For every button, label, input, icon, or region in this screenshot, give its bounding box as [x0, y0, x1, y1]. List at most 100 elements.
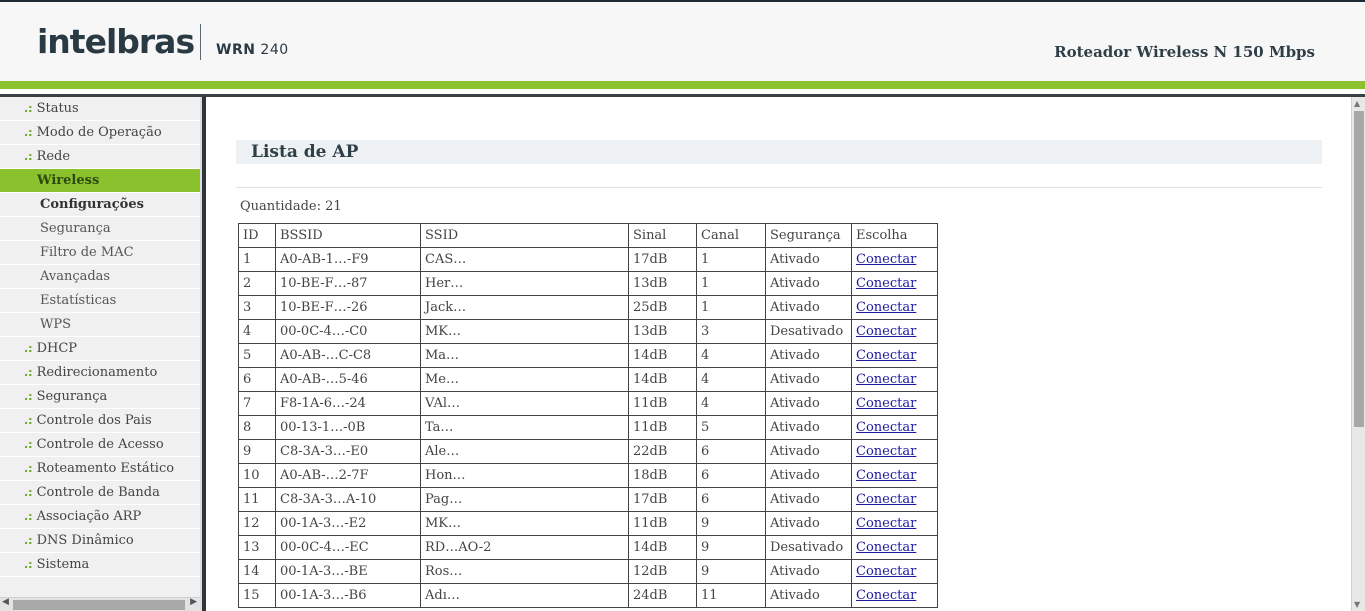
sidebar-item-wireless[interactable]: Wireless [0, 169, 200, 193]
table-row: 12 00-1A-3…-E2 MK… 11dB 9 Ativado Conectar [238, 511, 938, 536]
connect-link[interactable]: Conectar [856, 540, 916, 555]
sidebar-item-avancadas[interactable]: Avançadas [0, 265, 200, 289]
connect-link[interactable]: Conectar [856, 348, 916, 363]
menu-bullet-icon: .: [24, 534, 33, 547]
connect-link[interactable]: Conectar [856, 492, 916, 507]
cell-bssid: A0-AB-…2-7F [275, 463, 421, 488]
table-row: 14 00-1A-3…-BE Ros… 12dB 9 Ativado Conectar [238, 559, 938, 584]
sidebar-item-label: Controle de Banda [36, 485, 160, 500]
connect-link[interactable]: Conectar [856, 396, 916, 411]
sidebar-item-filtro-de-mac[interactable]: Filtro de MAC [0, 241, 200, 265]
table-row: 9 C8-3A-3…-E0 Ale… 22dB 6 Ativado Conectar [238, 439, 938, 464]
connect-link[interactable]: Conectar [856, 468, 916, 483]
cell-bssid: 00-1A-3…-E2 [275, 511, 421, 536]
sidebar-item-controle-de-acesso[interactable]: .: Controle de Acesso [0, 433, 200, 457]
cell-canal: 9 [696, 511, 766, 536]
cell-bssid: 00-0C-4…-C0 [275, 319, 421, 344]
scroll-up-icon[interactable]: ▲ [1354, 99, 1360, 108]
sidebar-item-estatisticas[interactable]: Estatísticas [0, 289, 200, 313]
sidebar-item-label: DNS Dinâmico [36, 533, 134, 548]
column-header-escolha: Escolha [851, 223, 938, 248]
scroll-down-icon[interactable]: ▼ [1354, 600, 1360, 609]
product-title: Roteador Wireless N 150 Mbps [1054, 43, 1315, 61]
cell-canal: 4 [696, 343, 766, 368]
menu-bullet-icon: .: [24, 342, 33, 355]
cell-sinal: 13dB [628, 319, 697, 344]
cell-seguranca: Ativado [765, 511, 852, 536]
sidebar-item-roteamento-estatico[interactable]: .: Roteamento Estático [0, 457, 200, 481]
sidebar-item-dhcp[interactable]: .: DHCP [0, 337, 200, 361]
cell-ssid: Her… [420, 271, 629, 296]
cell-escolha: Conectar [851, 367, 938, 392]
sidebar-item-wps[interactable]: WPS [0, 313, 200, 337]
connect-link[interactable]: Conectar [856, 276, 916, 291]
sidebar-item-associacao-arp[interactable]: .: Associação ARP [0, 505, 200, 529]
cell-bssid: 10-BE-F…-87 [275, 271, 421, 296]
sidebar-item-controle-dos-pais[interactable]: .: Controle dos Pais [0, 409, 200, 433]
cell-escolha: Conectar [851, 247, 938, 272]
cell-id: 14 [238, 559, 276, 584]
header: intelbras WRN 240 Roteador Wireless N 15… [0, 0, 1365, 81]
cell-seguranca: Ativado [765, 415, 852, 440]
connect-link[interactable]: Conectar [856, 252, 916, 267]
cell-bssid: 00-0C-4…-EC [275, 535, 421, 560]
sidebar-item-dns-dinamico[interactable]: .: DNS Dinâmico [0, 529, 200, 553]
table-row: 7 F8-1A-6…-24 VAl… 11dB 4 Ativado Conectar [238, 391, 938, 416]
sidebar-item-redirecionamento[interactable]: .: Redirecionamento [0, 361, 200, 385]
cell-sinal: 11dB [628, 415, 697, 440]
connect-link[interactable]: Conectar [856, 372, 916, 387]
connect-link[interactable]: Conectar [856, 444, 916, 459]
cell-bssid: 00-1A-3…-B6 [275, 583, 421, 608]
sidebar-item-controle-de-banda[interactable]: .: Controle de Banda [0, 481, 200, 505]
connect-link[interactable]: Conectar [856, 516, 916, 531]
cell-id: 2 [238, 271, 276, 296]
scroll-right-icon[interactable]: ▶ [190, 597, 197, 607]
cell-canal: 6 [696, 487, 766, 512]
vertical-scrollbar[interactable]: ▲ ▼ [1351, 97, 1365, 611]
cell-canal: 3 [696, 319, 766, 344]
sidebar-item-label: Redirecionamento [36, 365, 158, 380]
sidebar-item-status[interactable]: .: Status [0, 97, 200, 121]
connect-link[interactable]: Conectar [856, 324, 916, 339]
connect-link[interactable]: Conectar [856, 300, 916, 315]
sidebar-item-sistema[interactable]: .: Sistema [0, 553, 200, 577]
cell-id: 10 [238, 463, 276, 488]
cell-sinal: 11dB [628, 391, 697, 416]
cell-sinal: 18dB [628, 463, 697, 488]
sidebar-item-configuracoes[interactable]: Configurações [0, 193, 200, 217]
sidebar-item-seguranca[interactable]: Segurança [0, 217, 200, 241]
connect-link[interactable]: Conectar [856, 420, 916, 435]
cell-id: 12 [238, 511, 276, 536]
menu-bullet-icon: .: [24, 414, 33, 427]
cell-ssid: Ta… [420, 415, 629, 440]
sidebar-item-rede[interactable]: .: Rede [0, 145, 200, 169]
cell-seguranca: Ativado [765, 343, 852, 368]
cell-bssid: C8-3A-3…A-10 [275, 487, 421, 512]
table-row: 5 A0-AB-…C-C8 Ma… 14dB 4 Ativado Conectar [238, 343, 938, 368]
cell-seguranca: Ativado [765, 583, 852, 608]
sidebar-item-seguranca[interactable]: .: Segurança [0, 385, 200, 409]
connect-link[interactable]: Conectar [856, 588, 916, 603]
sidebar-menu: .: Status.: Modo de Operação.: Rede Wireless… [0, 97, 200, 577]
cell-escolha: Conectar [851, 511, 938, 536]
sidebar-scroll-thumb[interactable] [13, 600, 185, 610]
vertical-scroll-thumb[interactable] [1354, 111, 1364, 427]
cell-ssid: Hon… [420, 463, 629, 488]
cell-escolha: Conectar [851, 583, 938, 608]
scroll-left-icon[interactable]: ◀ [2, 597, 9, 607]
cell-id: 3 [238, 295, 276, 320]
column-header-ssid: SSID [420, 223, 629, 248]
cell-seguranca: Ativado [765, 463, 852, 488]
cell-ssid: Adı… [420, 583, 629, 608]
cell-canal: 4 [696, 391, 766, 416]
cell-bssid: C8-3A-3…-E0 [275, 439, 421, 464]
sidebar-item-modo-de-operacao[interactable]: .: Modo de Operação [0, 121, 200, 145]
connect-link[interactable]: Conectar [856, 564, 916, 579]
sidebar-item-label: Configurações [40, 197, 144, 212]
column-header-id: ID [238, 223, 276, 248]
cell-escolha: Conectar [851, 487, 938, 512]
menu-bullet-icon: .: [24, 390, 33, 403]
cell-id: 1 [238, 247, 276, 272]
sidebar-horizontal-scrollbar[interactable]: ◀ ▶ [0, 597, 200, 611]
ap-quantity: Quantidade: 21 [240, 199, 342, 214]
